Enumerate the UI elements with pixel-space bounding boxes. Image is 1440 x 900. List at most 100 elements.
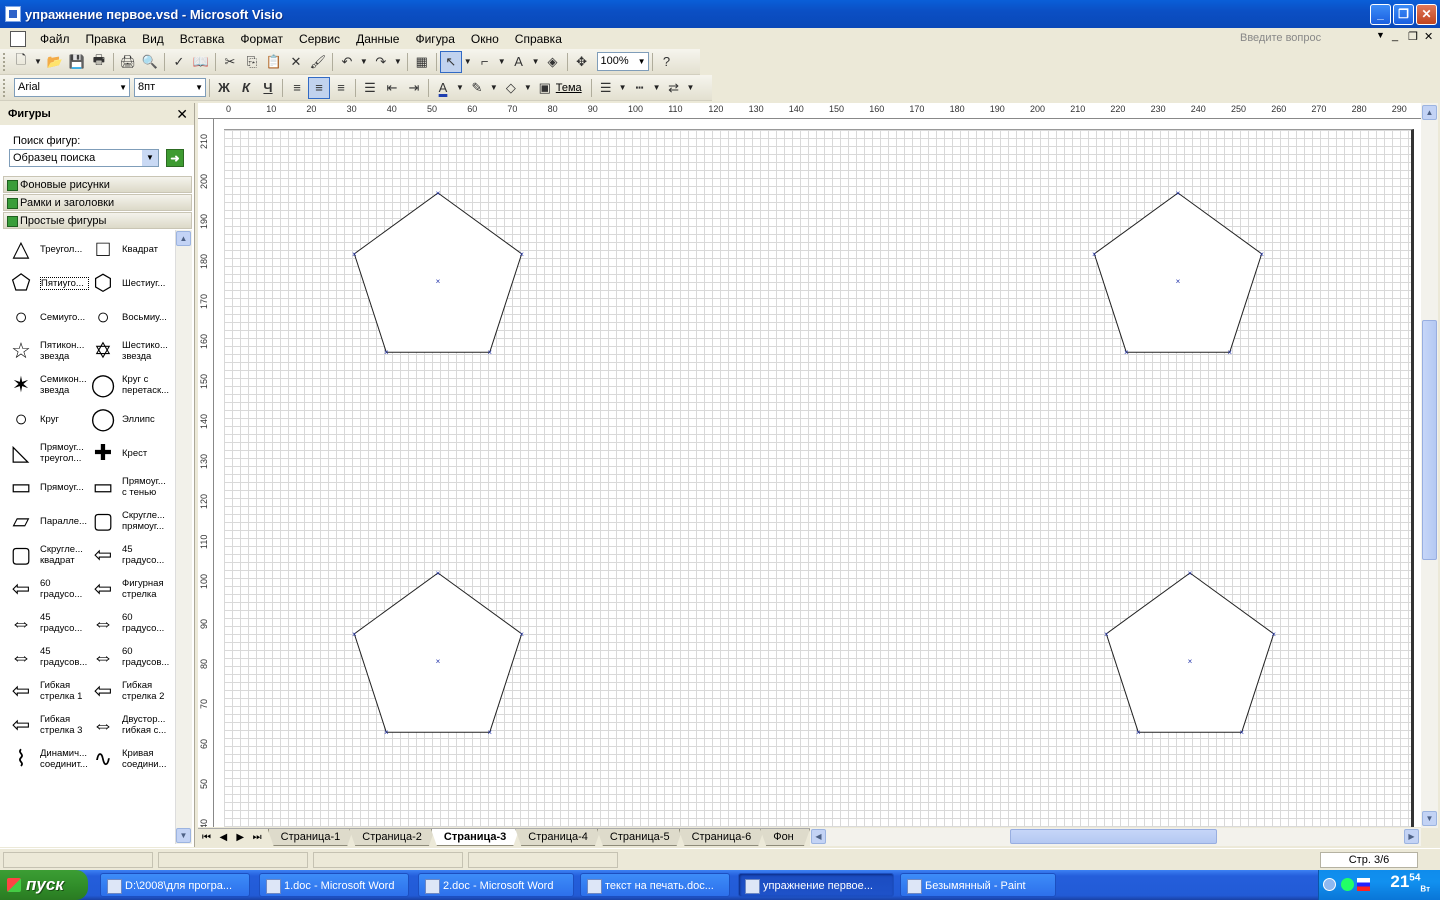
hscroll-left-icon[interactable]: ◀	[811, 829, 826, 844]
line-weight-dropdown-icon[interactable]: ▼	[619, 83, 627, 92]
zoom-select[interactable]: 100% ▼	[596, 52, 649, 71]
research-icon[interactable]: 📖	[190, 51, 212, 73]
doc-close-icon[interactable]: ✕	[1424, 30, 1433, 43]
scroll-up-icon[interactable]: ▲	[176, 231, 191, 246]
task-explorer[interactable]: D:\2008\для програ...	[100, 873, 250, 897]
cut-icon[interactable]: ✂	[219, 51, 241, 73]
undo-dropdown-icon[interactable]: ▼	[360, 57, 368, 66]
stencil-shape-arrow60-b[interactable]: ⇔ 60 градусов...	[85, 640, 171, 674]
vscroll-up-icon[interactable]: ▲	[1422, 105, 1437, 120]
minimize-button[interactable]: _	[1370, 4, 1391, 25]
search-shapes-input[interactable]: Образец поиска ▼	[9, 149, 159, 167]
bold-button[interactable]: Ж	[213, 77, 235, 99]
save-icon[interactable]: 💾	[66, 51, 88, 73]
line-color-icon[interactable]: ✎	[466, 77, 488, 99]
menu-edit[interactable]: Правка	[78, 32, 135, 46]
text-tool-icon[interactable]: A	[508, 51, 530, 73]
text-dropdown-icon[interactable]: ▼	[532, 57, 540, 66]
stencil-shape-hexagon[interactable]: ⬡ Шестиуг...	[85, 266, 171, 300]
menu-tools[interactable]: Сервис	[291, 32, 348, 46]
font-dropdown-icon[interactable]: ▼	[119, 79, 127, 96]
menu-format[interactable]: Формат	[232, 32, 291, 46]
stencil-shape-star7[interactable]: ✶ Семикон... звезда	[3, 368, 89, 402]
spelling-icon[interactable]: ✓	[168, 51, 190, 73]
fill-color-icon[interactable]: ◇	[500, 77, 522, 99]
first-page-icon[interactable]: ⏮	[198, 832, 215, 843]
start-button[interactable]: пуск	[0, 870, 88, 900]
menu-data[interactable]: Данные	[348, 32, 407, 46]
stencil-shape-heptagon[interactable]: ○ Семиуго...	[3, 300, 89, 334]
redo-icon[interactable]: ↷	[370, 51, 392, 73]
stencil-shape-flex-arrow1[interactable]: ⇦ Гибкая стрелка 1	[3, 674, 89, 708]
task-word-1[interactable]: 1.doc - Microsoft Word	[259, 873, 409, 897]
stencil-shape-flex-arrow3[interactable]: ⇦ Гибкая стрелка 3	[3, 708, 89, 742]
menu-shape[interactable]: Фигура	[407, 32, 462, 46]
next-page-icon[interactable]: ▶	[232, 832, 249, 843]
pointer-tool-icon[interactable]: ↖	[439, 50, 462, 73]
line-color-dropdown-icon[interactable]: ▼	[490, 83, 498, 92]
toolbar-grip[interactable]	[3, 78, 7, 97]
shapes-window-icon[interactable]: ▦	[411, 51, 433, 73]
stencil-shape-right-triangle[interactable]: ◺ Прямоуг... треугол...	[3, 436, 89, 470]
bullets-icon[interactable]: ☰	[359, 77, 381, 99]
page-tab-7[interactable]: Фон \	[760, 829, 810, 846]
vscroll-down-icon[interactable]: ▼	[1422, 811, 1437, 826]
prev-page-icon[interactable]: ◀	[215, 832, 232, 843]
line-ends-dropdown-icon[interactable]: ▼	[687, 83, 695, 92]
hscroll-right-icon[interactable]: ▶	[1404, 829, 1419, 844]
task-word-2[interactable]: 2.doc - Microsoft Word	[418, 873, 574, 897]
close-pane-icon[interactable]: ✕	[176, 103, 188, 125]
last-page-icon[interactable]: ⏭	[249, 832, 266, 843]
hscroll-thumb[interactable]	[1010, 829, 1217, 844]
size-dropdown-icon[interactable]: ▼	[195, 79, 203, 96]
theme-button[interactable]: Тема	[556, 82, 582, 94]
stencil-shape-circle-drag[interactable]: ◯ Круг с перетаск...	[85, 368, 171, 402]
line-pattern-icon[interactable]: ┅	[629, 77, 651, 99]
line-pattern-dropdown-icon[interactable]: ▼	[653, 83, 661, 92]
tray-network-icon[interactable]	[1341, 878, 1354, 891]
doc-restore-icon[interactable]: ❐	[1408, 30, 1418, 43]
align-left-icon[interactable]: ≡	[286, 77, 308, 99]
search-go-button[interactable]: ➜	[166, 149, 184, 167]
page-tab-2[interactable]: Страница-2	[349, 829, 435, 846]
task-word-3[interactable]: текст на печать.doc...	[580, 873, 730, 897]
pan-zoom-icon[interactable]: ✥	[571, 51, 593, 73]
stencil-shape-arrow45-double[interactable]: ⇔ 45 градусо...	[3, 606, 89, 640]
stencil-shape-arrow60-double[interactable]: ⇔ 60 градусо...	[85, 606, 171, 640]
stencil-shape-pentagon[interactable]: ⬠ Пятиуго...	[3, 266, 89, 300]
paste-icon[interactable]: 📋	[263, 51, 285, 73]
menu-window[interactable]: Окно	[463, 32, 507, 46]
stencil-shape-arrow45[interactable]: ⇦ 45 градусо...	[85, 538, 171, 572]
permission-icon[interactable]: 🖶	[88, 51, 110, 73]
stencil-shape-rectangle[interactable]: ▭ Прямоуг...	[3, 470, 89, 504]
open-icon[interactable]: 📂	[44, 51, 66, 73]
scroll-down-icon[interactable]: ▼	[176, 828, 191, 843]
decrease-indent-icon[interactable]: ⇤	[381, 77, 403, 99]
page-tab-3[interactable]: Страница-3	[431, 829, 519, 846]
document-icon[interactable]	[10, 30, 26, 47]
stencil-shape-dynamic-connector[interactable]: ⌇ Динамич... соединит...	[3, 742, 89, 776]
italic-button[interactable]: К	[235, 77, 257, 99]
print-preview-icon[interactable]: 🔍	[139, 51, 161, 73]
language-flag-icon[interactable]	[1357, 878, 1370, 891]
menu-view[interactable]: Вид	[134, 32, 172, 46]
stencil-shape-shadow-rect[interactable]: ▭ Прямоуг... с тенью	[85, 470, 171, 504]
new-dropdown-icon[interactable]: ▼	[34, 57, 42, 66]
stencil-shape-parallelogram[interactable]: ▱ Паралле...	[3, 504, 89, 538]
visio-app-icon[interactable]	[5, 6, 21, 22]
stencil-shape-rounded-rect[interactable]: ▢ Скругле... прямоуг...	[85, 504, 171, 538]
stencil-shape-star6[interactable]: ✡ Шестико... звезда	[85, 334, 171, 368]
stencil-shape-flex-double[interactable]: ⇔ Двустор... гибкая с...	[85, 708, 171, 742]
line-ends-icon[interactable]: ⇄	[663, 77, 685, 99]
horizontal-ruler[interactable]: 0 10 20 30 40 50 60 70 80 90 100 110 120 130 140 150 160…	[198, 103, 1422, 119]
connector-tool-icon[interactable]: ⌐	[474, 51, 496, 73]
stencil-shape-circle[interactable]: ○ Круг	[3, 402, 89, 436]
stencil-shape-cross[interactable]: ✚ Крест	[85, 436, 171, 470]
page-tab-6[interactable]: Страница-6	[679, 829, 765, 846]
page-tab-5[interactable]: Страница-5	[597, 829, 683, 846]
menu-insert[interactable]: Вставка	[172, 32, 233, 46]
task-visio[interactable]: упражнение первое...	[738, 873, 894, 897]
stamp-tool-icon[interactable]: ◈	[542, 51, 564, 73]
tray-arrow-icon[interactable]	[1323, 878, 1336, 891]
stencil-shape-triangle[interactable]: △ Треугол...	[3, 232, 89, 266]
